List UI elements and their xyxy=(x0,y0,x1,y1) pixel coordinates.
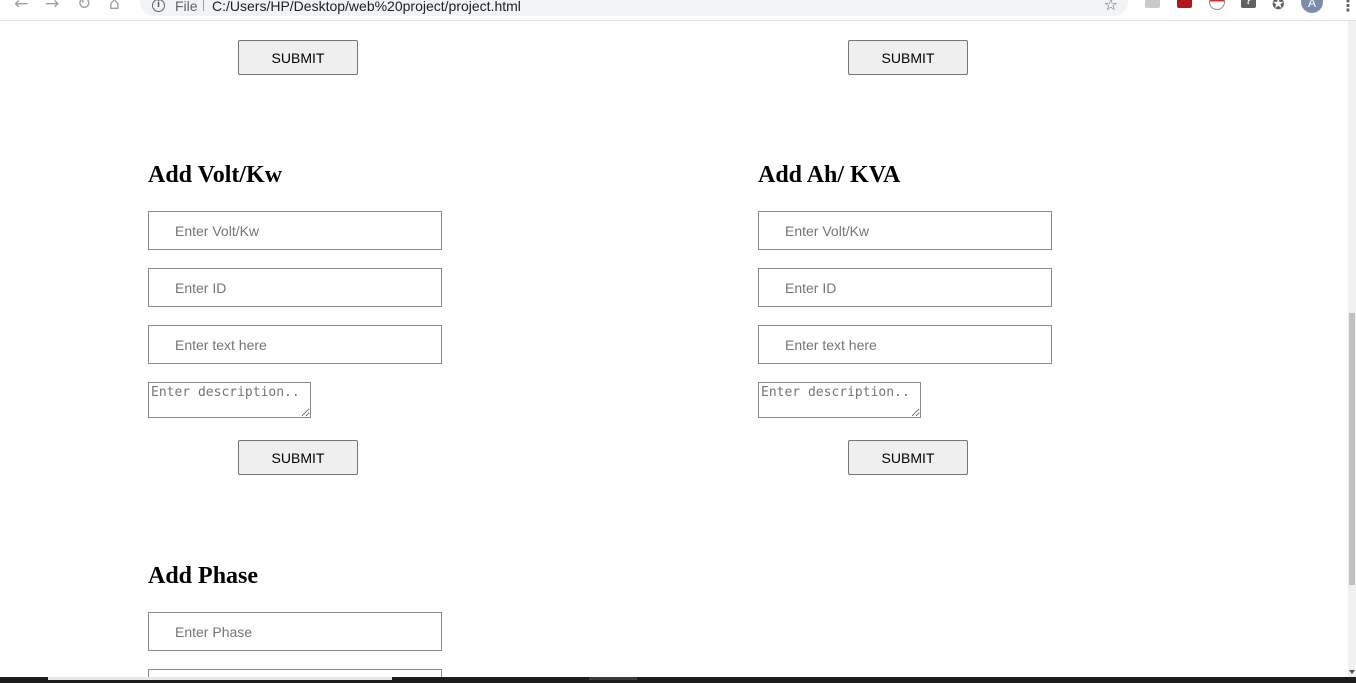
info-icon[interactable]: i xyxy=(152,0,165,12)
scroll-down-arrow-icon[interactable] xyxy=(1349,670,1355,674)
pdf-extension-icon[interactable] xyxy=(1145,0,1160,8)
vertical-scrollbar[interactable] xyxy=(1348,21,1356,677)
phase-second-input[interactable] xyxy=(148,669,442,677)
page-viewport: SUBMIT SUBMIT Add Volt/Kw SUBMIT Add Ah/… xyxy=(0,21,1348,677)
ah-text-input[interactable] xyxy=(758,325,1052,364)
scrollbar-thumb[interactable] xyxy=(1349,313,1355,585)
add-volt-title: Add Volt/Kw xyxy=(148,162,283,188)
volt-text-input[interactable] xyxy=(148,325,442,364)
extensions-puzzle-icon[interactable]: ✪ xyxy=(1272,0,1287,13)
address-bar[interactable]: i File C:/Users/HP/Desktop/web%20project… xyxy=(140,0,1128,16)
home-icon[interactable]: ⌂ xyxy=(109,0,120,14)
volt-description-textarea[interactable] xyxy=(148,382,311,418)
url-separator xyxy=(203,0,204,11)
volt-submit-button[interactable]: SUBMIT xyxy=(238,440,358,475)
ah-description-textarea[interactable] xyxy=(758,382,921,418)
bottom-strip xyxy=(0,677,1356,683)
phase-input[interactable] xyxy=(148,612,442,651)
volt-kw-input[interactable] xyxy=(148,211,442,250)
top-left-submit-button[interactable]: SUBMIT xyxy=(238,40,358,75)
help-extension-icon[interactable]: ? xyxy=(1241,0,1256,8)
add-phase-title: Add Phase xyxy=(148,563,259,589)
pdf-extension-red-icon[interactable] xyxy=(1177,0,1192,8)
url-scheme: File xyxy=(175,0,198,14)
add-ah-kva-title: Add Ah/ KVA xyxy=(758,162,901,188)
ah-submit-button[interactable]: SUBMIT xyxy=(848,440,968,475)
pokeball-extension-icon[interactable] xyxy=(1209,0,1225,10)
url-text[interactable]: C:/Users/HP/Desktop/web%20project/projec… xyxy=(212,0,521,14)
volt-id-input[interactable] xyxy=(148,268,442,307)
browser-toolbar: ← → ↻ ⌂ i File C:/Users/HP/Desktop/web%2… xyxy=(0,0,1356,21)
forward-arrow-icon[interactable]: → xyxy=(45,0,59,14)
back-arrow-icon[interactable]: ← xyxy=(14,0,28,14)
horizontal-scroll-thumb[interactable] xyxy=(48,677,392,680)
ah-volt-kw-input[interactable] xyxy=(758,211,1052,250)
taskbar-segment xyxy=(589,677,637,680)
reload-icon[interactable]: ↻ xyxy=(77,0,91,14)
bookmark-star-icon[interactable]: ☆ xyxy=(1104,0,1118,14)
ah-id-input[interactable] xyxy=(758,268,1052,307)
top-right-submit-button[interactable]: SUBMIT xyxy=(848,40,968,75)
menu-kebab-icon[interactable]: ⋮ xyxy=(1340,0,1356,15)
profile-avatar[interactable]: A xyxy=(1301,0,1323,13)
